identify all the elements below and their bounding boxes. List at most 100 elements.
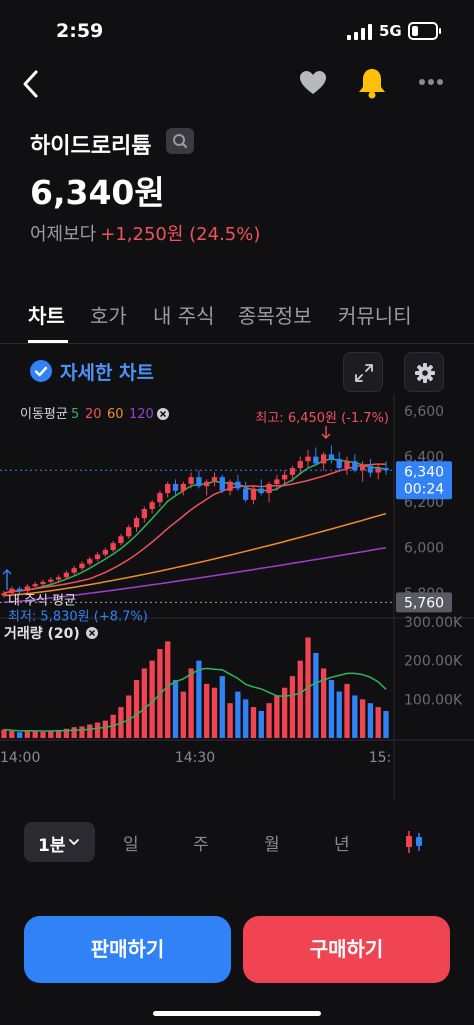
tab-chart[interactable]: 차트	[28, 300, 65, 329]
volume-bar	[250, 707, 257, 738]
candlestick-icon[interactable]	[402, 829, 426, 855]
candle-body	[141, 509, 147, 519]
time-tick: 15:	[369, 750, 392, 766]
candle-body	[227, 481, 233, 491]
volume-bar	[336, 691, 342, 738]
fullscreen-button[interactable]	[343, 352, 383, 392]
volume-bar	[352, 695, 358, 738]
candle-body	[235, 481, 241, 489]
tab-my-stock[interactable]: 내 주식	[153, 300, 215, 329]
volume-bar	[141, 668, 147, 738]
candle-body	[367, 465, 374, 473]
tab-orderbook[interactable]: 호가	[90, 300, 127, 329]
volume-bar	[196, 660, 202, 738]
price-chart[interactable]: 6,6006,4006,2006,0005,800300.00K200.00K1…	[0, 394, 474, 800]
tab-underline	[28, 340, 68, 343]
candle-body	[87, 559, 93, 564]
volume-bar	[297, 660, 303, 738]
period-month[interactable]: 월	[264, 830, 280, 855]
candle-body	[328, 454, 335, 459]
high-annotation: 최고: 6,450원 (-1.7%)	[255, 411, 389, 426]
status-time: 2:59	[56, 20, 104, 42]
volume-bars	[1, 637, 389, 738]
candle-body	[55, 577, 62, 580]
volume-bar	[94, 722, 101, 738]
candle-body	[157, 493, 163, 503]
candle-body	[297, 461, 303, 469]
volume-bar	[243, 699, 249, 738]
candle-body	[196, 477, 202, 487]
candle-body	[63, 572, 70, 578]
volume-bar	[274, 695, 280, 738]
candle-body	[110, 543, 116, 550]
candle-body	[282, 474, 288, 480]
detail-chart-label[interactable]: 자세한 차트	[60, 358, 154, 385]
candle-body	[71, 568, 77, 573]
price-tick: 6,000	[404, 541, 444, 557]
home-indicator	[153, 1011, 321, 1016]
chevron-down-icon	[69, 839, 79, 846]
volume-bar	[227, 703, 233, 738]
candle-body	[172, 483, 179, 491]
countdown-value: 00:24	[404, 481, 444, 497]
volume-bar	[383, 710, 389, 738]
volume-tick: 300.00K	[404, 615, 463, 631]
network-label: 5G	[379, 22, 402, 40]
current-price-value: 6,340	[404, 464, 444, 480]
period-1min[interactable]: 1분	[24, 822, 95, 862]
candle-body	[305, 456, 311, 462]
period-day[interactable]: 일	[123, 830, 139, 855]
volume-bar	[48, 730, 54, 738]
heart-icon[interactable]	[298, 68, 328, 98]
current-price: 6,340원	[30, 173, 165, 212]
candle-body	[133, 518, 140, 528]
status-bar: 2:59 5G	[0, 0, 474, 60]
period-year[interactable]: 년	[334, 830, 350, 855]
period-week[interactable]: 주	[193, 830, 209, 855]
tab-community[interactable]: 커뮤니티	[338, 300, 412, 329]
candle-body	[266, 483, 272, 494]
stock-name: 하이드로리튬	[30, 134, 152, 159]
chart-settings-button[interactable]	[404, 352, 444, 392]
buy-button[interactable]: 구매하기	[243, 916, 450, 983]
stock-search-button[interactable]	[166, 128, 194, 154]
candle-body	[243, 488, 249, 500]
candle-body	[204, 481, 210, 487]
more-icon[interactable]	[418, 78, 444, 86]
back-icon[interactable]	[18, 68, 44, 100]
chart-overlay: 6,34000:24 5,760 내 주식 평균최저: 5,830원 (+8.7%)…	[0, 407, 452, 642]
candle-body	[344, 461, 350, 469]
volume-bar	[1, 729, 7, 738]
candle-body	[149, 502, 155, 509]
volume-bar	[165, 641, 171, 738]
candle-body	[352, 461, 358, 471]
nav-bar	[0, 62, 474, 106]
volume-bar	[375, 707, 381, 738]
candle-body	[94, 554, 101, 560]
candle-body	[258, 488, 264, 494]
ma-legend-120: 120	[129, 407, 154, 422]
detail-chart-checkbox[interactable]	[30, 360, 52, 382]
ma-legend-5: 5	[71, 407, 79, 422]
ma-legend-60: 60	[107, 407, 124, 422]
sell-button[interactable]: 판매하기	[24, 916, 231, 983]
bell-icon[interactable]	[356, 66, 388, 100]
candle-body	[274, 479, 280, 484]
tab-stock-info[interactable]: 종목정보	[238, 300, 312, 329]
candle-body	[24, 586, 31, 591]
signal-icon	[347, 24, 373, 40]
volume-bar	[266, 703, 272, 738]
candle-body	[219, 477, 225, 491]
candle-body	[313, 456, 319, 464]
candle-body	[16, 588, 23, 591]
volume-bar	[359, 699, 366, 738]
volume-legend-label: 거래량 (20)	[4, 626, 80, 642]
volume-ma-line	[3, 667, 387, 732]
ma-legend-label: 이동평균	[20, 407, 68, 422]
volume-bar	[126, 695, 132, 738]
volume-bar	[235, 691, 241, 738]
candle-body	[180, 483, 186, 491]
volume-bar	[219, 676, 225, 738]
ma-legend-20: 20	[85, 407, 102, 422]
candle-body	[359, 465, 366, 471]
